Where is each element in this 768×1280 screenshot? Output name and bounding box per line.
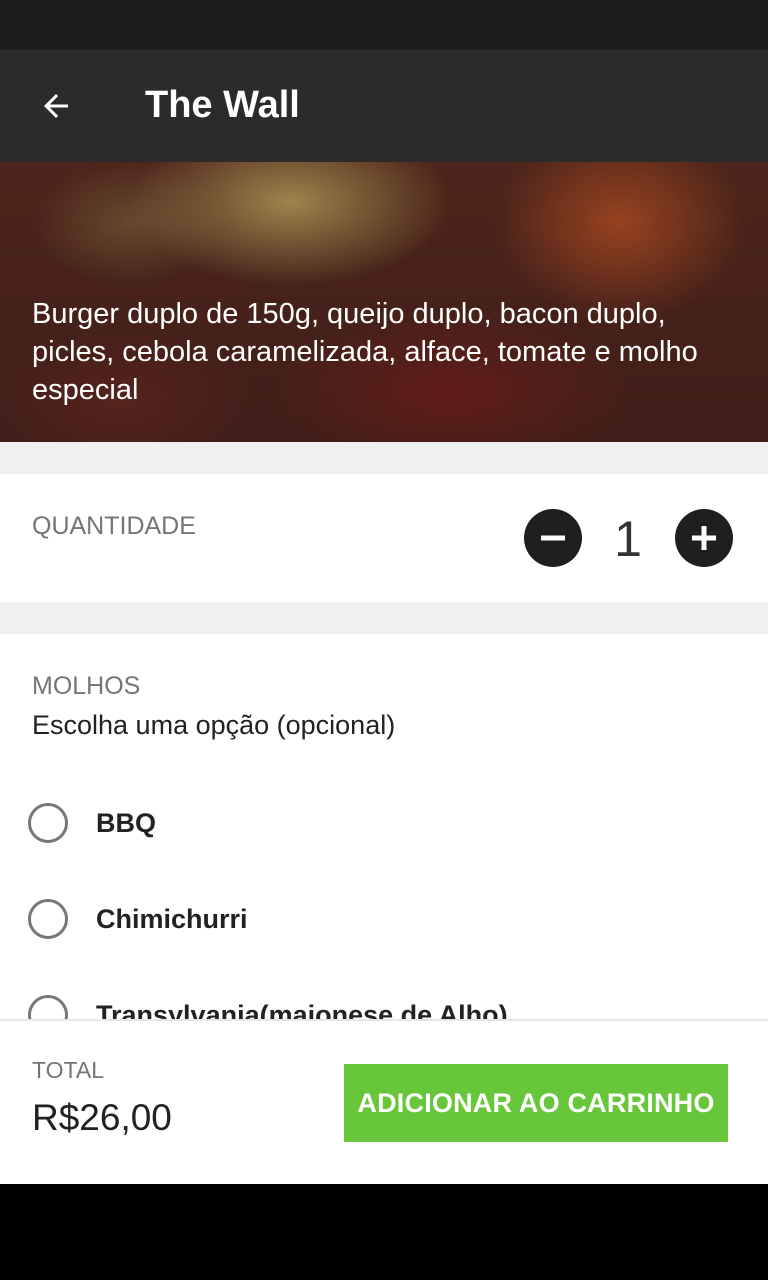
radio-button[interactable]	[28, 899, 68, 939]
total-label: TOTAL	[32, 1057, 104, 1083]
plus-circle-icon	[692, 526, 716, 550]
radio-button[interactable]	[28, 995, 68, 1019]
quantity-value: 1	[614, 511, 642, 567]
section-divider	[0, 442, 768, 474]
status-bar	[0, 0, 768, 50]
product-hero-image: Burger duplo de 150g, queijo duplo, baco…	[0, 162, 768, 442]
sauce-option-transylvania[interactable]: Transylvania(maionese de Alho)	[28, 995, 728, 1019]
sauces-subtitle: Escolha uma opção (opcional)	[32, 710, 396, 740]
quantity-label: QUANTIDADE	[32, 512, 196, 540]
sauces-section: MOLHOS Escolha uma opção (opcional) BBQ …	[0, 634, 768, 1019]
total-value: R$26,00	[32, 1097, 172, 1138]
sauces-title: MOLHOS	[32, 672, 141, 700]
sauce-option-chimichurri[interactable]: Chimichurri	[28, 899, 728, 959]
section-divider	[0, 602, 768, 634]
increment-button[interactable]	[675, 509, 733, 567]
cart-footer: TOTAL R$26,00 ADICIONAR AO CARRINHO	[0, 1019, 768, 1184]
minus-circle-icon	[541, 535, 565, 541]
product-description: Burger duplo de 150g, queijo duplo, baco…	[32, 298, 698, 406]
toolbar: The Wall	[0, 50, 768, 162]
sauce-option-label: BBQ	[96, 808, 156, 838]
page-title: The Wall	[145, 84, 300, 126]
sauce-option-bbq[interactable]: BBQ	[28, 803, 728, 863]
navigation-bar	[0, 1184, 768, 1280]
quantity-section: QUANTIDADE 1	[0, 474, 768, 602]
sauce-option-label: Transylvania(maionese de Alho)	[96, 1000, 508, 1019]
decrement-button[interactable]	[524, 509, 582, 567]
radio-button[interactable]	[28, 803, 68, 843]
arrow-left-icon	[44, 94, 68, 118]
add-to-cart-button[interactable]: ADICIONAR AO CARRINHO	[344, 1064, 728, 1142]
sauce-option-label: Chimichurri	[96, 904, 248, 934]
back-button[interactable]	[24, 74, 88, 138]
